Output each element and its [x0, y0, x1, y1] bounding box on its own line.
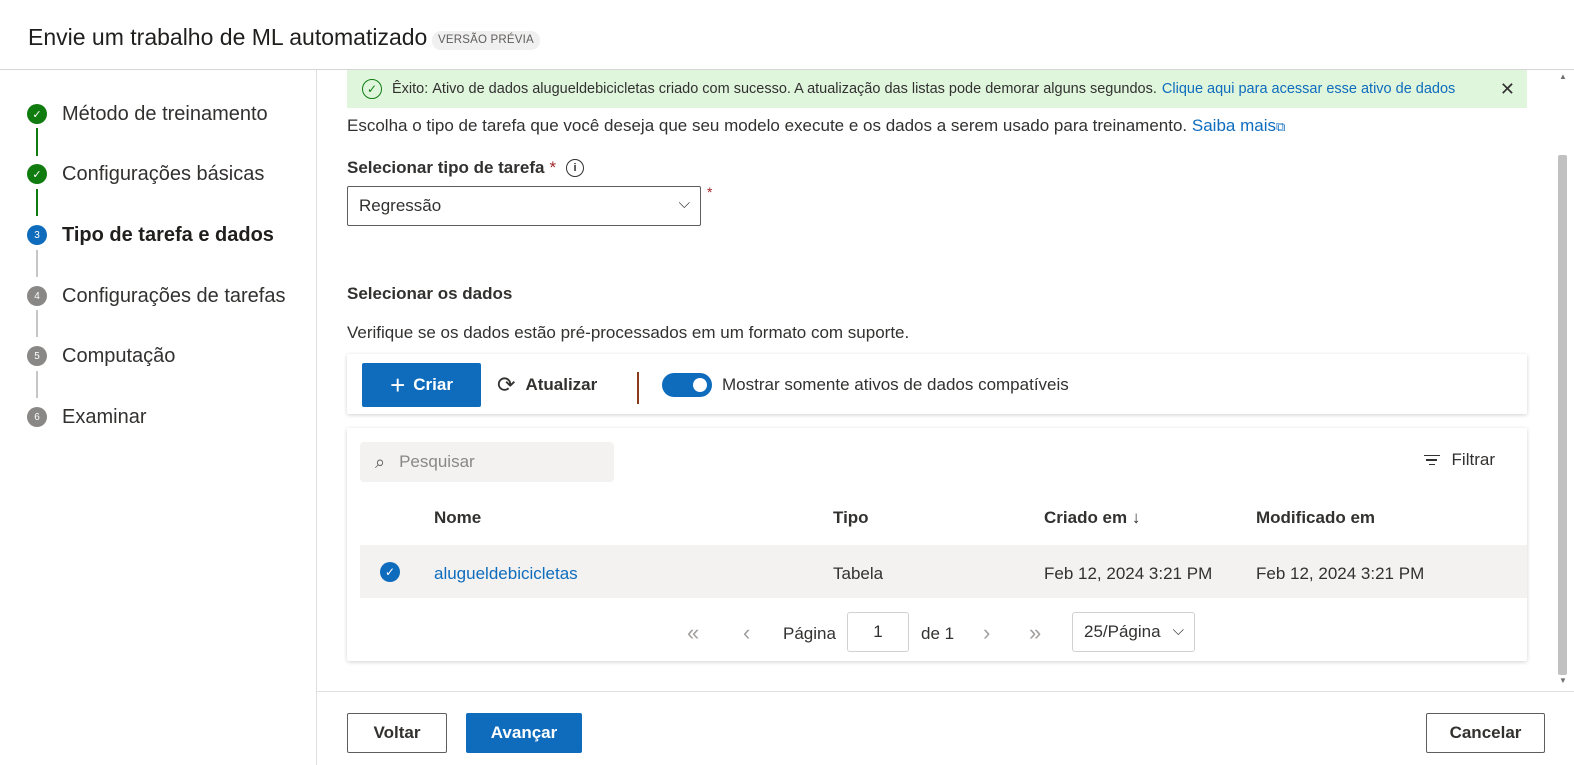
step-task-settings[interactable]: 4 Configurações de tarefas — [27, 281, 285, 311]
success-title: Êxito: — [392, 81, 429, 97]
plus-icon: + — [390, 370, 406, 400]
preview-badge: VERSÃO PRÉVIA — [432, 31, 540, 50]
row-type: Tabela — [833, 564, 884, 583]
step-label: Tipo de tarefa e dados — [62, 223, 274, 246]
task-type-label: Selecionar tipo de tarefa * i — [347, 158, 585, 178]
page-size-value: 25/Página — [1084, 622, 1161, 641]
next-page-icon[interactable]: › — [983, 620, 990, 646]
first-page-icon[interactable]: « — [687, 620, 699, 646]
step-task-type-data[interactable]: 3 Tipo de tarefa e dados — [27, 220, 274, 250]
filter-label: Filtrar — [1451, 450, 1495, 469]
wizard-footer: Voltar Avançar Cancelar — [317, 691, 1574, 765]
chevron-down-icon: ⌵ — [1172, 622, 1184, 639]
step-number-badge: 4 — [27, 286, 47, 306]
step-compute[interactable]: 5 Computação — [27, 341, 175, 371]
data-toolbar: + Criar ⟳ Atualizar Mostrar somente ativ… — [347, 354, 1527, 414]
column-header-modified[interactable]: Modificado em — [1256, 508, 1375, 528]
learn-more-label: Saiba mais — [1191, 116, 1276, 135]
task-type-dropdown[interactable]: Regressão ⌵ — [347, 186, 701, 226]
step-label: Examinar — [62, 405, 147, 428]
success-check-icon: ✓ — [362, 79, 382, 99]
next-button[interactable]: Avançar — [466, 713, 582, 753]
step-connector — [36, 371, 38, 398]
required-mark: * — [707, 184, 713, 200]
column-header-type[interactable]: Tipo — [833, 508, 869, 528]
page-number-input[interactable]: 1 — [847, 612, 909, 652]
step-label: Método de treinamento — [62, 102, 268, 125]
task-type-selected: Regressão — [359, 196, 442, 215]
search-input[interactable] — [399, 452, 590, 472]
row-created: Feb 12, 2024 3:21 PM — [1044, 564, 1213, 583]
page-header: Envie um trabalho de ML automatizado VER… — [0, 0, 1574, 70]
data-assets-table: ⌕ Filtrar Nome Tipo Criado em ↓ Modifica… — [347, 428, 1527, 661]
required-mark: * — [549, 158, 557, 177]
compatible-only-toggle[interactable] — [662, 373, 712, 397]
select-data-description: Verifique se os dados estão pré-processa… — [347, 323, 910, 342]
pagination: « ‹ Página 1 de 1 › » 25/Página ⌵ — [347, 612, 1527, 652]
search-icon: ⌕ — [375, 451, 386, 472]
toggle-knob — [693, 378, 707, 392]
row-modified: Feb 12, 2024 3:21 PM — [1256, 564, 1425, 583]
toolbar-divider — [637, 372, 639, 404]
scrollbar-thumb[interactable] — [1558, 155, 1567, 675]
search-box[interactable]: ⌕ — [360, 442, 614, 482]
step-connector — [36, 250, 38, 277]
page-label: Página — [783, 624, 836, 643]
checkmark-icon: ✓ — [27, 164, 47, 184]
back-button[interactable]: Voltar — [347, 713, 447, 753]
create-label: Criar — [413, 375, 453, 394]
step-connector — [36, 189, 38, 216]
page-count: de 1 — [921, 624, 955, 643]
step-number-badge: 3 — [27, 225, 47, 245]
learn-more-link[interactable]: Saiba mais⧉ — [1192, 116, 1285, 135]
step-basic-settings[interactable]: ✓ Configurações básicas — [27, 159, 264, 189]
step-number-badge: 6 — [27, 407, 47, 427]
success-text: Ativo de dados alugueldebicicletas criad… — [432, 81, 1157, 97]
row-name-link[interactable]: alugueldebicicletas — [434, 564, 578, 584]
refresh-button[interactable]: ⟳ Atualizar — [497, 363, 597, 407]
page-size-dropdown[interactable]: 25/Página ⌵ — [1072, 612, 1195, 652]
refresh-label: Atualizar — [525, 375, 598, 394]
scroll-up-arrow-icon[interactable]: ▲ — [1558, 72, 1568, 82]
scroll-down-arrow-icon[interactable]: ▼ — [1558, 676, 1568, 686]
column-header-created[interactable]: Criado em ↓ — [1044, 508, 1140, 528]
column-header-name[interactable]: Nome — [434, 508, 481, 528]
step-number-badge: 5 — [27, 346, 47, 366]
external-link-icon: ⧉ — [1276, 119, 1286, 134]
cancel-button[interactable]: Cancelar — [1426, 713, 1545, 753]
filter-button[interactable]: Filtrar — [1423, 450, 1495, 470]
select-data-title: Selecionar os dados — [347, 284, 513, 303]
chevron-down-icon: ⌵ — [678, 195, 690, 212]
intro-text: Escolha o tipo de tarefa que você deseja… — [347, 116, 1285, 136]
step-training-method[interactable]: ✓ Método de treinamento — [27, 99, 268, 129]
filter-icon — [1423, 452, 1441, 469]
step-connector — [36, 310, 38, 337]
step-review[interactable]: 6 Examinar — [27, 402, 146, 432]
selected-check-icon[interactable]: ✓ — [380, 562, 400, 582]
success-message-bar: ✓ Êxito: Ativo de dados alugueldebicicle… — [347, 70, 1527, 108]
create-button[interactable]: + Criar — [362, 363, 481, 407]
step-connector — [36, 128, 38, 156]
step-label: Configurações básicas — [62, 162, 265, 185]
toggle-label: Mostrar somente ativos de dados compatív… — [722, 375, 1069, 394]
close-icon[interactable]: ✕ — [1500, 79, 1515, 100]
page-title: Envie um trabalho de ML automatizado — [28, 24, 428, 50]
intro-description: Escolha o tipo de tarefa que você deseja… — [347, 116, 1188, 135]
checkmark-icon: ✓ — [27, 104, 47, 124]
step-label: Computação — [62, 344, 176, 367]
open-data-asset-link[interactable]: Clique aqui para acessar esse ativo de d… — [1162, 81, 1455, 97]
wizard-stepper: ✓ Método de treinamento ✓ Configurações … — [0, 70, 317, 765]
task-type-label-text: Selecionar tipo de tarefa — [347, 158, 545, 177]
step-label: Configurações de tarefas — [62, 284, 286, 307]
refresh-icon: ⟳ — [497, 372, 516, 397]
info-icon[interactable]: i — [566, 159, 585, 177]
last-page-icon[interactable]: » — [1029, 620, 1041, 646]
previous-page-icon[interactable]: ‹ — [743, 620, 750, 646]
